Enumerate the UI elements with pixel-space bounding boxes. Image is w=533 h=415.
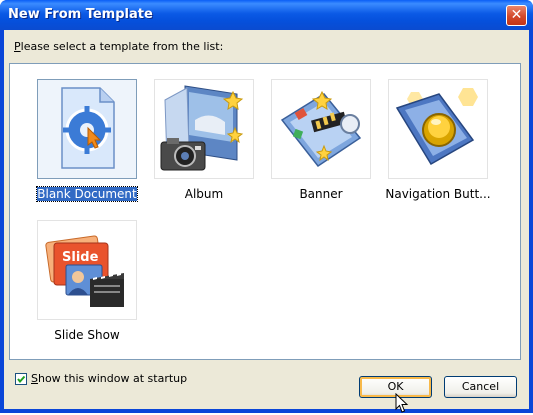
close-button[interactable]: ✕ (506, 5, 527, 26)
template-label: Slide Show (54, 328, 120, 342)
checkmark-icon (17, 375, 26, 384)
dialog-body: Please select a template from the list: … (4, 30, 529, 413)
dialog-window: New From Template ✕ Please select a temp… (0, 0, 533, 413)
banner-icon (271, 79, 371, 179)
template-list[interactable]: Blank Document Album Banner Navigation B… (9, 63, 521, 360)
svg-text:Slide: Slide (62, 250, 99, 265)
cancel-button[interactable]: Cancel (444, 376, 517, 398)
startup-hotkey: S (31, 372, 38, 385)
template-label: Banner (299, 187, 343, 201)
template-label: Navigation Butt... (385, 187, 491, 201)
title-bar[interactable]: New From Template ✕ (0, 0, 533, 30)
show-at-startup-label[interactable]: Show this window at startup (31, 372, 187, 385)
instruction-text: lease select a template from the list: (20, 40, 224, 53)
show-at-startup-checkbox[interactable] (15, 373, 27, 385)
window-title: New From Template (8, 7, 153, 22)
blank-document-icon (37, 79, 137, 179)
instruction-label: Please select a template from the list: (14, 40, 223, 53)
startup-text: how this window at startup (37, 372, 188, 385)
template-label: Album (184, 187, 224, 201)
instruction-hotkey: P (14, 40, 21, 53)
navigation-button-icon (388, 79, 488, 179)
album-icon (154, 79, 254, 179)
mouse-cursor-icon (395, 393, 409, 413)
template-label: Blank Document (36, 186, 138, 202)
slide-show-icon: Slide (37, 220, 137, 320)
